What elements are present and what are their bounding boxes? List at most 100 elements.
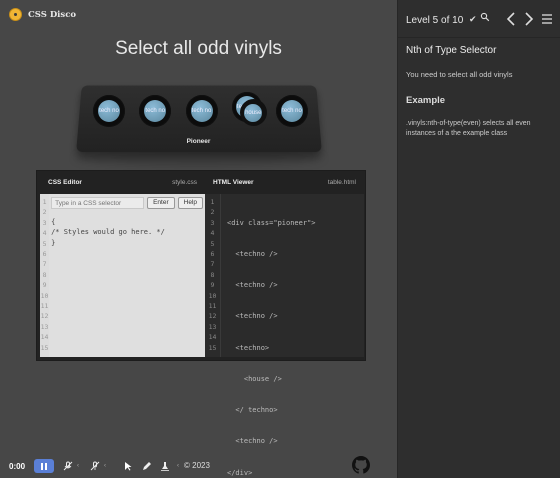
enter-button[interactable]: Enter — [147, 197, 175, 209]
code-line[interactable]: <techno> — [227, 343, 364, 353]
css-line-numbers: 1 2 3 4 5 6 7 8 9 10 11 12 13 14 15 — [40, 194, 50, 357]
css-code-lines: { /* Styles would go here. */ } — [49, 217, 205, 248]
editor-panel: CSS Editor style.css 1 2 3 4 5 6 7 8 9 1… — [36, 170, 366, 477]
line-number: 10 — [208, 291, 217, 300]
line-number: 7 — [42, 260, 47, 269]
disc-label: tech no — [144, 100, 167, 122]
github-icon[interactable] — [352, 456, 370, 474]
code-line[interactable]: </div> — [227, 468, 364, 478]
brand: CSS Disco — [9, 8, 76, 21]
example-text: .vinyls:nth-of-type(even) selects all ev… — [406, 120, 531, 137]
line-number: 3 — [210, 218, 215, 227]
chevron-right-icon[interactable] — [523, 11, 535, 27]
line-number: 1 — [210, 198, 215, 206]
selector-title: Nth of Type Selector — [406, 45, 497, 56]
line-number: 13 — [40, 322, 49, 331]
code-line[interactable]: <techno /> — [227, 436, 364, 446]
help-button[interactable]: Help — [177, 197, 203, 209]
line-number: 2 — [42, 208, 47, 217]
disc-label: tech no — [190, 100, 213, 122]
vinyl-record-icon — [9, 8, 22, 21]
disc-label: house — [244, 103, 263, 122]
line-number: 15 — [40, 343, 49, 352]
highlighter-icon[interactable] — [160, 461, 170, 471]
html-line-numbers: 1 2 3 4 5 6 7 8 9 10 11 12 13 14 15 — [205, 194, 221, 357]
pen-icon[interactable] — [142, 461, 152, 471]
code-line: /* Styles would go here. */ — [51, 228, 165, 237]
line-number: 13 — [208, 322, 217, 331]
line-number: 14 — [40, 333, 49, 342]
line-number: 3 — [42, 218, 47, 227]
line-number: 2 — [210, 208, 215, 217]
css-editor-body: 1 2 3 4 5 6 7 8 9 10 11 12 13 14 15 Type… — [40, 194, 205, 357]
css-code-area: Enter Help { /* Styles would go here. */… — [49, 194, 205, 357]
css-selector-input[interactable] — [51, 197, 145, 209]
pause-icon — [45, 462, 47, 470]
html-viewer-header: HTML Viewer table.html — [205, 171, 364, 194]
game-area: CSS Disco Select all odd vinyls tech no … — [0, 0, 397, 478]
line-number: 12 — [208, 312, 217, 321]
css-editor-filename: style.css — [172, 179, 197, 186]
selector-input-row: Enter Help — [49, 196, 205, 210]
line-number: 5 — [42, 239, 47, 248]
css-editor-title: CSS Editor — [48, 179, 82, 186]
code-line[interactable]: <techno /> — [227, 280, 364, 290]
disc-label: tech no — [281, 100, 303, 122]
pause-button[interactable] — [34, 459, 54, 473]
line-number: 12 — [40, 312, 49, 321]
menu-icon[interactable] — [541, 13, 553, 25]
playback-time: 0:00 — [9, 462, 26, 471]
code-line[interactable]: <techno /> — [227, 311, 364, 321]
line-number: 9 — [42, 281, 47, 290]
sidebar-header: Level 5 of 10 ✔ — [398, 0, 560, 38]
nested-vinyl-disc[interactable]: house — [239, 99, 267, 126]
level-title: Select all odd vinyls — [115, 38, 282, 59]
html-viewer: HTML Viewer table.html 1 2 3 4 5 6 7 8 9… — [205, 171, 364, 477]
disc-row: tech no tech no tech no tech no house te… — [93, 92, 308, 127]
pause-icon — [41, 462, 43, 470]
code-line[interactable]: <techno /> — [227, 249, 364, 259]
line-number: 5 — [210, 239, 215, 248]
search-icon[interactable] — [480, 12, 490, 22]
code-line[interactable]: <div class="pioneer"> — [227, 218, 364, 228]
line-number: 15 — [208, 343, 217, 352]
line-number: 8 — [210, 270, 215, 279]
vinyl-disc[interactable]: tech no — [93, 95, 125, 127]
disc-label: tech no — [98, 100, 120, 122]
line-number: 4 — [210, 229, 215, 238]
muted-mic-icon[interactable] — [90, 461, 100, 471]
instruction-text: You need to select all odd vinyls — [406, 70, 513, 79]
eraser-icon[interactable]: ‹ — [177, 463, 179, 469]
check-icon: ✔ — [469, 14, 477, 24]
line-number: 1 — [42, 198, 47, 206]
html-code-area: <div class="pioneer"> <techno /> <techno… — [221, 194, 364, 477]
line-number: 11 — [208, 302, 217, 311]
sidebar: Level 5 of 10 ✔ Nth of Type Selector You… — [397, 0, 560, 478]
line-number: 8 — [42, 270, 47, 279]
line-number: 7 — [210, 260, 215, 269]
html-viewer-filename: table.html — [327, 179, 356, 186]
line-number: 9 — [210, 281, 215, 290]
cursor-icon[interactable] — [123, 461, 133, 471]
chevron-down-icon[interactable]: ‹ — [104, 463, 106, 469]
turntable-brand: Pioneer — [186, 138, 211, 145]
level-indicator: Level 5 of 10 — [406, 15, 464, 26]
no-mic-icon[interactable] — [63, 461, 73, 471]
html-viewer-title: HTML Viewer — [213, 179, 254, 186]
example-heading: Example — [406, 95, 446, 106]
line-number: 14 — [208, 333, 217, 342]
css-editor-header: CSS Editor style.css — [40, 171, 205, 194]
line-number: 10 — [40, 291, 49, 300]
line-number: 6 — [210, 250, 215, 259]
vinyl-disc[interactable]: tech no house — [231, 92, 267, 126]
vinyl-disc[interactable]: tech no — [185, 95, 218, 127]
code-line[interactable]: </ techno> — [227, 405, 364, 415]
vinyl-disc[interactable]: tech no — [139, 95, 172, 127]
code-line: { — [51, 218, 56, 226]
code-line[interactable]: <house /> — [227, 374, 364, 384]
html-viewer-body: 1 2 3 4 5 6 7 8 9 10 11 12 13 14 15 <div… — [205, 194, 364, 477]
chevron-left-icon[interactable] — [505, 11, 517, 27]
vinyl-disc[interactable]: tech no — [276, 95, 308, 127]
css-editor: CSS Editor style.css 1 2 3 4 5 6 7 8 9 1… — [40, 171, 205, 359]
chevron-down-icon[interactable]: ‹ — [77, 463, 79, 469]
